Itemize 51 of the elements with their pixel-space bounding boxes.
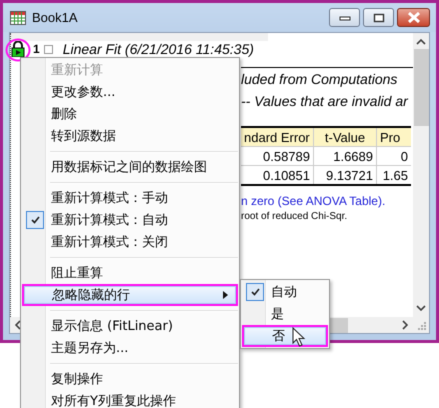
scrollbar-thumb[interactable] bbox=[414, 49, 428, 126]
menu-item[interactable]: 用数据标记之间的数据绘图 bbox=[22, 156, 238, 178]
minimize-button[interactable] bbox=[329, 8, 360, 27]
menu-item[interactable]: 对所有Y列重复此操作 bbox=[22, 390, 238, 408]
column-header: t-Value bbox=[314, 127, 376, 146]
minimize-icon bbox=[338, 14, 350, 20]
menu-item[interactable]: 阻止重算 bbox=[22, 262, 238, 284]
menu-item[interactable]: 重新计算模式：自动 bbox=[22, 209, 238, 231]
scroll-down-icon[interactable] bbox=[416, 305, 426, 311]
menu-item[interactable]: 忽略隐藏的行 bbox=[22, 284, 238, 306]
close-button[interactable] bbox=[397, 8, 430, 27]
note-link[interactable]: n zero (See ANOVA Table). bbox=[241, 193, 413, 210]
scroll-left-icon[interactable] bbox=[15, 320, 21, 330]
grid-icon bbox=[10, 10, 26, 24]
menu-item[interactable]: 更改参数... bbox=[22, 81, 238, 103]
report-text: -- Values that are invalid ar bbox=[241, 92, 410, 111]
table-cell: 1.6689 bbox=[314, 146, 376, 166]
window-title: Book1A bbox=[32, 10, 78, 25]
maximize-icon bbox=[372, 12, 384, 22]
menu-item[interactable]: 重新计算模式：手动 bbox=[22, 187, 238, 209]
column-header: Pro bbox=[376, 127, 411, 146]
submenu-arrow-icon bbox=[223, 291, 228, 299]
menu-item[interactable]: 否 bbox=[242, 325, 328, 347]
menu-item[interactable]: 复制操作 bbox=[22, 368, 238, 390]
maximize-button[interactable] bbox=[363, 8, 394, 27]
table-cell: 0.10851 bbox=[241, 166, 314, 185]
vertical-scrollbar[interactable] bbox=[413, 33, 429, 317]
menu-item[interactable]: 显示信息 (FitLinear) bbox=[22, 315, 238, 337]
table-cell: 1.65 bbox=[376, 166, 411, 185]
scroll-up-icon[interactable] bbox=[416, 39, 426, 45]
menu-item[interactable]: 主题另存为... bbox=[22, 337, 238, 359]
menu-item[interactable]: 重新计算模式：关闭 bbox=[22, 231, 238, 253]
menu-item[interactable]: 转到源数据 bbox=[22, 125, 238, 147]
report-title: Linear Fit (6/21/2016 11:45:35) bbox=[62, 41, 254, 57]
table-cell: 9.13721 bbox=[314, 166, 376, 185]
close-icon bbox=[406, 12, 420, 23]
lock-icon[interactable] bbox=[11, 41, 25, 57]
table-cell: 0 bbox=[376, 146, 411, 166]
table-cell: 0.58789 bbox=[241, 146, 314, 166]
menu-item[interactable]: 自动 bbox=[242, 281, 328, 303]
cursor-icon bbox=[292, 327, 306, 347]
row-number: 1 bbox=[33, 42, 40, 56]
menu-item[interactable]: 是 bbox=[242, 303, 328, 325]
highlight-circle bbox=[5, 38, 31, 62]
resize-grip-icon[interactable] bbox=[417, 321, 426, 330]
scroll-right-icon[interactable] bbox=[402, 320, 408, 330]
column-header: ndard Error bbox=[241, 127, 314, 146]
report-text: luded from Computations bbox=[241, 70, 398, 89]
collapse-box-icon[interactable] bbox=[44, 44, 53, 54]
menu-item[interactable]: 删除 bbox=[22, 103, 238, 125]
note-text: root of reduced Chi-Sqr. bbox=[241, 210, 348, 224]
